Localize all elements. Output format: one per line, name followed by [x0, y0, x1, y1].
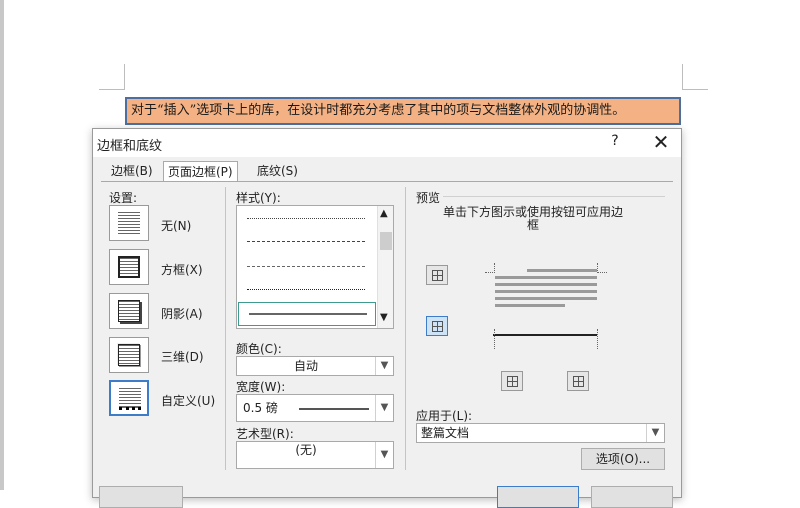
preview-description: 单击下方图示或使用按钮可应用边框: [443, 205, 624, 232]
setting-none-label[interactable]: 无(N): [161, 217, 191, 234]
preview-corner-tr: [597, 263, 607, 273]
preview-bottom-border: [493, 334, 597, 336]
setting-3d-icon[interactable]: [109, 337, 149, 373]
dialog-footer-divider: [93, 475, 681, 476]
art-label: 艺术型(R):: [236, 427, 294, 441]
page-preview[interactable]: [485, 263, 607, 349]
preview-text-line: [495, 297, 597, 300]
top-border-button[interactable]: [426, 265, 448, 285]
setting-3d-label[interactable]: 三维(D): [161, 348, 204, 365]
setting-shadow-label[interactable]: 阴影(A): [161, 305, 203, 322]
left-border-button[interactable]: [501, 371, 523, 391]
setting-shadow-icon[interactable]: [109, 293, 149, 329]
setting-custom-label[interactable]: 自定义(U): [161, 392, 215, 409]
width-value: 0.5 磅: [243, 401, 278, 415]
tab-borders[interactable]: 边框(B): [107, 163, 157, 181]
settings-divider: [225, 187, 226, 470]
preview-text-line: [527, 269, 597, 272]
chevron-down-icon[interactable]: ▼: [646, 424, 664, 442]
style-option-dash-dot[interactable]: [247, 266, 365, 267]
close-button[interactable]: ✕: [647, 131, 675, 153]
options-button[interactable]: 选项(O)...: [581, 448, 665, 470]
left-border-icon: [507, 376, 518, 387]
setting-box-label[interactable]: 方框(X): [161, 261, 203, 278]
style-option-dash-dot-dot[interactable]: [247, 289, 365, 290]
ok-button[interactable]: [497, 486, 579, 508]
preview-corner-br: [597, 329, 607, 349]
color-select[interactable]: 自动 ▼: [236, 356, 394, 376]
style-heading: 样式(Y):: [236, 191, 281, 205]
style-divider: [405, 187, 406, 470]
preview-corner-tl: [485, 263, 495, 273]
settings-heading: 设置:: [109, 191, 138, 205]
dialog-titlebar: 边框和底纹 ? ✕: [93, 129, 681, 157]
style-option-selected[interactable]: [238, 302, 376, 326]
help-button[interactable]: ?: [603, 133, 627, 153]
chevron-down-icon[interactable]: ▼: [375, 357, 393, 375]
right-border-button[interactable]: [567, 371, 589, 391]
page-corner-mark-right: [682, 64, 708, 90]
scroll-down-icon[interactable]: ▼: [380, 312, 388, 323]
setting-box-icon[interactable]: [109, 249, 149, 285]
preview-text-line: [495, 276, 597, 279]
border-style-list[interactable]: ▲ ▼: [236, 205, 394, 329]
apply-to-value: 整篇文档: [421, 426, 470, 440]
style-list-scrollbar[interactable]: ▲ ▼: [377, 206, 393, 328]
style-option-dashed[interactable]: [247, 241, 365, 242]
chevron-down-icon[interactable]: ▼: [375, 395, 393, 421]
setting-none-icon[interactable]: [109, 205, 149, 241]
tab-underline: [101, 181, 673, 182]
preview-corner-bl: [485, 329, 495, 349]
width-sample-line: [299, 408, 369, 410]
scroll-up-icon[interactable]: ▲: [380, 208, 388, 219]
style-option-dotted[interactable]: [247, 218, 365, 219]
preview-heading-line: [443, 196, 665, 197]
bottom-border-button[interactable]: [426, 316, 448, 336]
preview-text-line: [495, 290, 597, 293]
scroll-thumb[interactable]: [380, 232, 392, 250]
borders-and-shading-dialog: 边框和底纹 ? ✕ 边框(B) 页面边框(P) 底纹(S) 设置: 无(N) 方…: [92, 128, 682, 508]
horizontal-line-button[interactable]: [99, 486, 183, 508]
apply-to-select[interactable]: 整篇文档 ▼: [416, 423, 665, 443]
highlighted-paragraph[interactable]: 对于“插入”选项卡上的库，在设计时都充分考虑了其中的项与文档整体外观的协调性。: [125, 97, 681, 125]
bottom-border-icon: [432, 321, 443, 332]
color-label: 颜色(C):: [236, 342, 282, 356]
chevron-down-icon[interactable]: ▼: [375, 442, 393, 468]
color-value: 自动: [293, 359, 318, 373]
tab-page-border[interactable]: 页面边框(P): [163, 161, 238, 181]
preview-text-line: [495, 304, 565, 307]
art-value: (无): [295, 443, 317, 457]
art-select[interactable]: (无) ▼: [236, 441, 394, 469]
style-option-double-line: [249, 313, 367, 315]
apply-to-label: 应用于(L):: [416, 409, 473, 423]
page-corner-mark-left: [99, 64, 125, 90]
tab-shading[interactable]: 底纹(S): [253, 163, 302, 181]
dialog-title: 边框和底纹: [97, 139, 163, 154]
width-label: 宽度(W):: [236, 380, 286, 394]
preview-heading: 预览: [416, 191, 441, 205]
cancel-button[interactable]: [591, 486, 673, 508]
width-select[interactable]: 0.5 磅 ▼: [236, 394, 394, 422]
preview-text-line: [495, 283, 597, 286]
document-left-edge: [0, 0, 4, 490]
top-border-icon: [432, 270, 443, 281]
right-border-icon: [573, 376, 584, 387]
setting-custom-icon[interactable]: [109, 380, 149, 416]
